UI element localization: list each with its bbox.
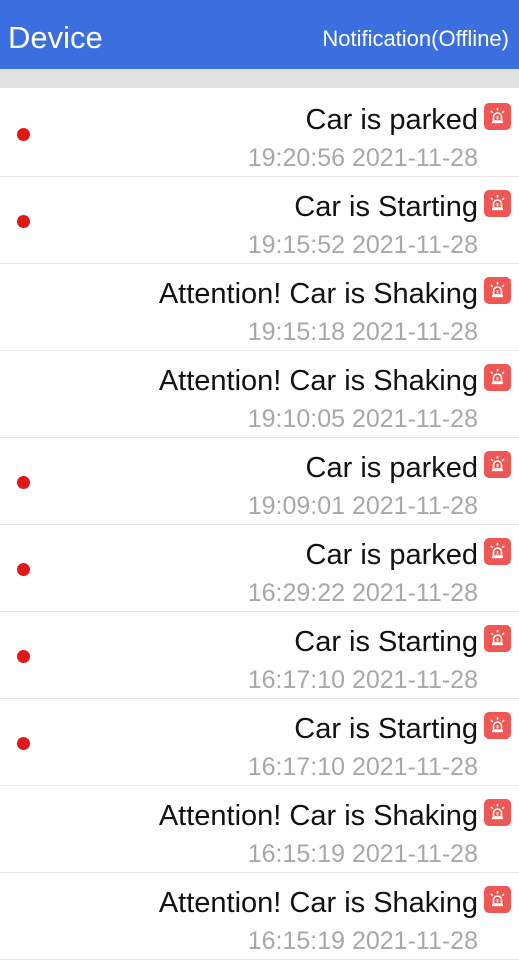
list-item[interactable]: Car is Starting 16:17:10 2021-11-28 — [0, 612, 519, 699]
list-item[interactable]: Attention! Car is Shaking 16:15:19 2021-1… — [0, 786, 519, 873]
notification-message: Attention! Car is Shaking — [158, 887, 478, 919]
notification-time: 19:10:05 2021-11-28 — [247, 405, 478, 433]
notification-time: 16:17:10 2021-11-28 — [247, 666, 478, 694]
unread-dot — [17, 476, 30, 489]
notification-time: 19:09:01 2021-11-28 — [247, 492, 478, 520]
notification-time: 16:29:22 2021-11-28 — [247, 579, 478, 607]
notification-time: 16:15:19 2021-11-28 — [247, 927, 478, 955]
notification-time: 16:15:19 2021-11-28 — [247, 840, 478, 868]
notification-time: 19:15:52 2021-11-28 — [247, 231, 478, 259]
unread-dot — [17, 128, 30, 141]
list-item[interactable]: Car is parked 16:29:22 2021-11-28 — [0, 525, 519, 612]
list-item[interactable]: Car is Starting 16:17:10 2021-11-28 — [0, 699, 519, 786]
notification-message: Car is parked — [305, 539, 478, 571]
page-title: Device — [8, 20, 103, 55]
divider-bar — [0, 69, 519, 88]
alarm-icon — [484, 103, 511, 130]
notification-time: 19:20:56 2021-11-28 — [247, 144, 478, 172]
list-item[interactable]: Car is Starting 19:15:52 2021-11-28 — [0, 177, 519, 264]
notification-message: Car is Starting — [294, 191, 478, 223]
unread-dot — [17, 215, 30, 228]
notification-message: Car is parked — [305, 452, 478, 484]
notification-message: Attention! Car is Shaking — [158, 365, 478, 397]
unread-dot — [17, 737, 30, 750]
notification-list[interactable]: Car is parked 19:20:56 2021-11-28 Car is S… — [0, 90, 519, 960]
list-item[interactable]: Car is parked 19:09:01 2021-11-28 — [0, 438, 519, 525]
list-item[interactable]: Attention! Car is Shaking 16:15:19 2021-1… — [0, 873, 519, 960]
notification-message: Car is Starting — [294, 626, 478, 658]
notification-time: 19:15:18 2021-11-28 — [247, 318, 478, 346]
alarm-icon — [484, 277, 511, 304]
alarm-icon — [484, 712, 511, 739]
alarm-icon — [484, 538, 511, 565]
list-item[interactable]: Attention! Car is Shaking 19:15:18 2021-1… — [0, 264, 519, 351]
list-item[interactable]: Car is parked 19:20:56 2021-11-28 — [0, 90, 519, 177]
notification-message: Car is parked — [305, 104, 478, 136]
notification-message: Car is Starting — [294, 713, 478, 745]
list-item[interactable]: Attention! Car is Shaking 19:10:05 2021-1… — [0, 351, 519, 438]
notification-message: Attention! Car is Shaking — [158, 800, 478, 832]
app-header: Device Notification(Offline) — [0, 0, 519, 69]
unread-dot — [17, 650, 30, 663]
alarm-icon — [484, 364, 511, 391]
alarm-icon — [484, 625, 511, 652]
notification-offline-button[interactable]: Notification(Offline) — [322, 24, 509, 54]
notification-message: Attention! Car is Shaking — [158, 278, 478, 310]
alarm-icon — [484, 799, 511, 826]
notification-time: 16:17:10 2021-11-28 — [247, 753, 478, 781]
alarm-icon — [484, 451, 511, 478]
alarm-icon — [484, 190, 511, 217]
unread-dot — [17, 563, 30, 576]
alarm-icon — [484, 886, 511, 913]
